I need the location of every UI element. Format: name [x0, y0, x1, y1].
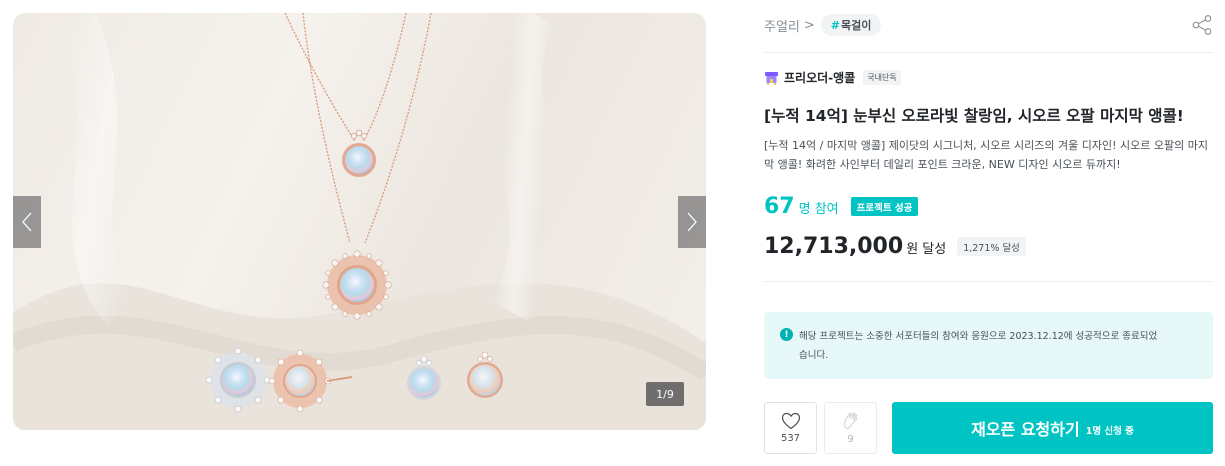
gallery-next-button[interactable] — [678, 196, 706, 248]
cheer-button[interactable]: 9 — [824, 402, 877, 454]
breadcrumb-separator: > — [803, 17, 815, 33]
amount-row: 12,713,000 원 달성 1,271% 달성 — [764, 234, 1026, 259]
chevron-right-icon — [687, 212, 697, 232]
reopen-request-button[interactable]: 재오픈 요청하기 1명 신청 중 — [892, 402, 1213, 454]
like-button[interactable]: 537 — [764, 402, 817, 454]
divider — [764, 281, 1213, 282]
maker-info[interactable]: 프리오더-앵콜 국내단독 — [764, 69, 901, 86]
tag-label: 목걸이 — [841, 19, 872, 32]
notice-text: 해당 프로젝트는 소중한 서포터들의 참여와 응원으로 2023.12.12에 … — [799, 331, 1158, 361]
breadcrumb-category[interactable]: 주얼리 > — [764, 16, 815, 35]
project-title: [누적 14억] 눈부신 오로라빛 찰랑임, 시오르 오팔 마지막 앵콜! — [764, 107, 1184, 125]
participants-unit: 명 참여 — [798, 202, 839, 217]
domestic-badge: 국내단독 — [863, 70, 901, 85]
like-count: 537 — [780, 433, 801, 444]
clap-icon — [843, 412, 857, 430]
gallery-prev-button[interactable] — [13, 196, 41, 248]
success-notice: ! 해당 프로젝트는 소중한 서포터들의 참여와 응원으로 2023.12.12… — [764, 312, 1213, 379]
category-tag[interactable]: # 목걸이 — [820, 14, 882, 36]
reopen-request-count: 1명 신청 중 — [1085, 425, 1134, 437]
participants-count: 67 — [764, 194, 795, 219]
amount-unit: 원 달성 — [906, 242, 947, 257]
maker-name: 프리오더-앵콜 — [784, 71, 856, 85]
breadcrumb: 주얼리 > # 목걸이 — [764, 12, 882, 38]
success-badge: 프로젝트 성공 — [850, 197, 919, 216]
reopen-request-label: 재오픈 요청하기 — [971, 420, 1080, 439]
heart-icon — [781, 412, 800, 430]
chevron-left-icon — [22, 212, 32, 232]
gallery-counter: 1/9 — [646, 382, 684, 406]
product-photo — [13, 13, 706, 430]
product-image-gallery[interactable]: 1/9 — [13, 13, 706, 430]
project-description: [누적 14억 / 마지막 앵콜] 제이닷의 시그니처, 시오르 시리즈의 겨울… — [764, 139, 1208, 171]
divider — [764, 52, 1213, 53]
store-icon — [765, 71, 778, 85]
achievement-badge: 1,271% 달성 — [957, 237, 1026, 256]
funded-amount: 12,713,000 — [764, 234, 904, 259]
breadcrumb-category-label: 주얼리 — [764, 19, 800, 35]
share-icon[interactable] — [1191, 14, 1213, 36]
cheer-count: 9 — [847, 434, 854, 445]
info-icon: ! — [780, 328, 793, 341]
participants-row: 67 명 참여 프로젝트 성공 — [764, 194, 919, 219]
tag-hash: # — [830, 18, 841, 32]
project-info-panel: 주얼리 > # 목걸이 프리오더-앵콜 국내단독 [누적 14억] 눈부신 오로… — [764, 0, 1213, 466]
